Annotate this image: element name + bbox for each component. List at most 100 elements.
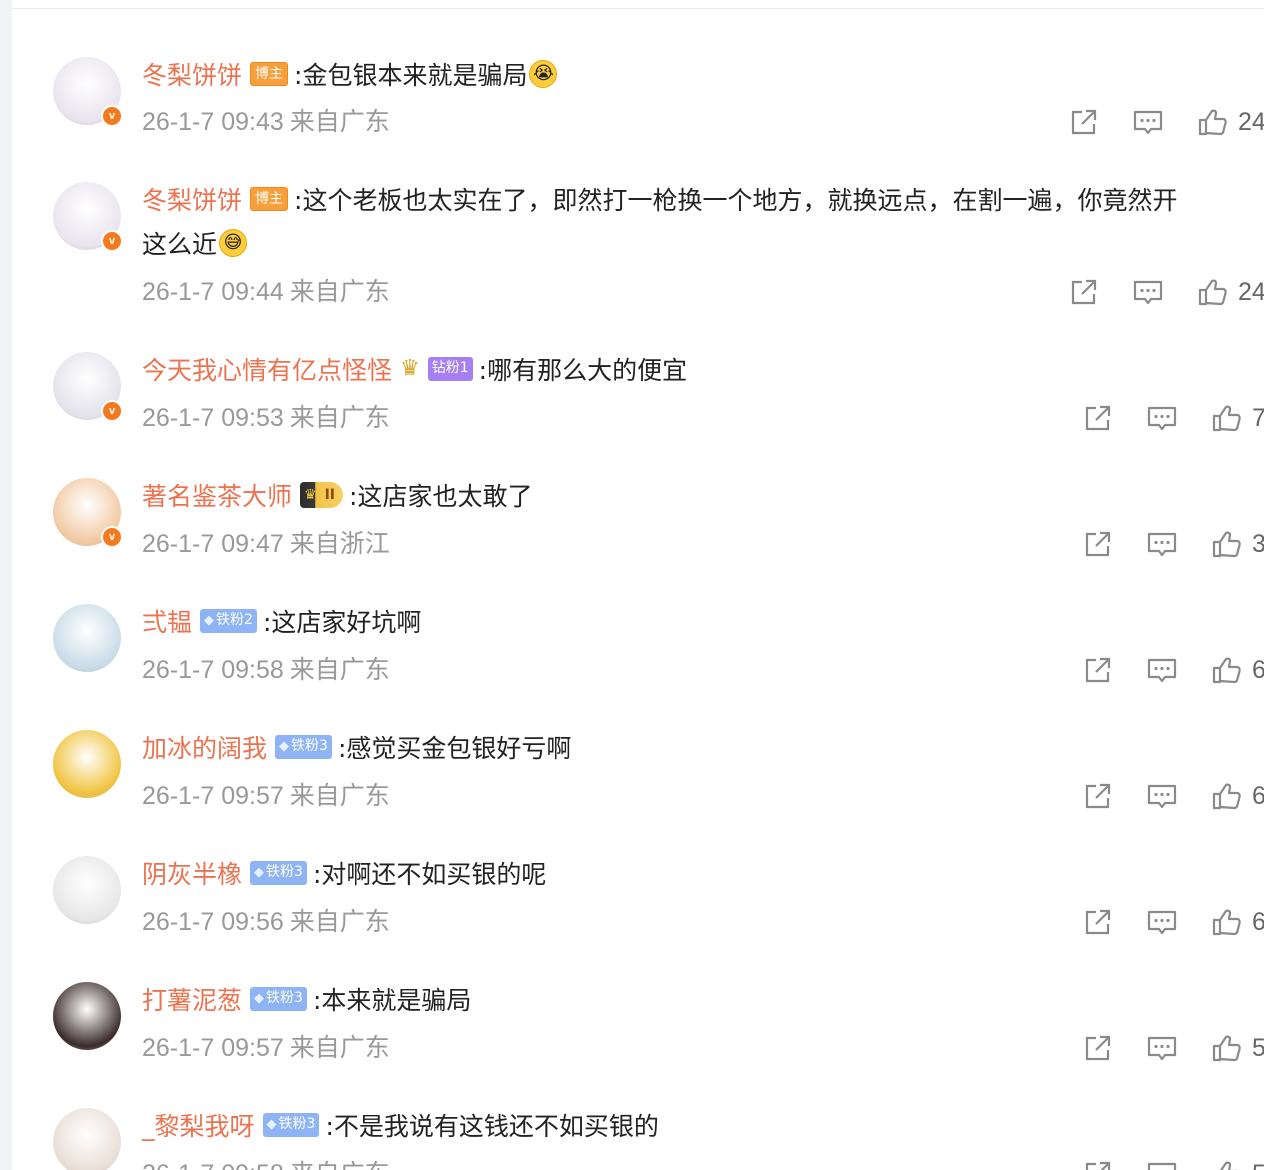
location: 来自广东 <box>289 403 390 432</box>
share-icon[interactable] <box>1068 106 1100 138</box>
comment-icon[interactable] <box>1146 1032 1178 1064</box>
like-icon[interactable] <box>1210 402 1242 434</box>
comment-content: 著名鉴茶大师 ♛ II:这店家也太敢了 <box>142 475 1242 519</box>
avatar[interactable]: v <box>53 57 123 127</box>
avatar[interactable] <box>53 856 121 924</box>
comment-text: 哪有那么大的便宜 <box>487 356 688 385</box>
timestamp: 26-1-7 09:56 <box>142 908 284 936</box>
avatar-image <box>53 1108 121 1170</box>
comment-meta: 26-1-7 09:57 来自广东 <box>142 1028 390 1068</box>
like-count: 24 <box>1238 108 1264 136</box>
fan-level-badge[interactable]: ◆ 铁粉3 <box>262 1113 320 1137</box>
comment-meta: 26-1-7 09:56 来自广东 <box>142 902 390 942</box>
username-link[interactable]: 冬梨饼饼 <box>142 61 242 90</box>
emoji-icon: 😭 <box>529 60 558 88</box>
avatar[interactable] <box>53 730 121 798</box>
share-icon[interactable] <box>1082 402 1114 434</box>
share-icon[interactable] <box>1082 1158 1114 1170</box>
member-level-badge[interactable]: ♛ II <box>300 482 343 508</box>
verified-badge-icon: v <box>101 105 123 127</box>
like-icon[interactable] <box>1196 106 1228 138</box>
diamond-icon: ◆ <box>204 613 215 628</box>
username-link[interactable]: 加冰的阔我 <box>142 734 267 763</box>
share-icon[interactable] <box>1082 1032 1114 1064</box>
comment-content: 今天我心情有亿点怪怪 ♛ 钻粉1:哪有那么大的便宜 <box>142 349 1242 394</box>
fan-level-badge[interactable]: ◆ 铁粉3 <box>275 735 332 759</box>
comment-text: 感觉买金包银好亏啊 <box>346 734 572 763</box>
username-link[interactable]: 弍韫 <box>142 608 192 637</box>
timestamp: 26-1-7 09:57 <box>142 782 284 810</box>
like-icon[interactable] <box>1210 1032 1242 1064</box>
comment-icon[interactable] <box>1146 906 1178 938</box>
comment-icon[interactable] <box>1146 1158 1178 1170</box>
like-icon[interactable] <box>1196 276 1228 308</box>
avatar[interactable] <box>53 1108 121 1170</box>
share-icon[interactable] <box>1082 906 1114 938</box>
like-icon[interactable] <box>1210 1158 1242 1170</box>
timestamp: 26-1-7 09:58 <box>142 1160 284 1170</box>
location: 来自广东 <box>289 277 390 306</box>
like-count: 7 <box>1252 404 1264 432</box>
separator: : <box>325 1112 334 1141</box>
location: 来自广东 <box>289 1033 390 1062</box>
like-count: 3 <box>1252 530 1264 558</box>
divider <box>12 8 1264 9</box>
like-icon[interactable] <box>1210 780 1242 812</box>
username-link[interactable]: 阴灰半橡 <box>142 860 242 889</box>
fan-level-badge[interactable]: ◆ 铁粉2 <box>200 609 257 633</box>
avatar[interactable]: v <box>53 352 123 422</box>
like-icon[interactable] <box>1210 906 1242 938</box>
comment-icon[interactable] <box>1146 528 1178 560</box>
comment-icon[interactable] <box>1132 276 1164 308</box>
comment-actions: 3 <box>1044 524 1264 564</box>
location: 来自广东 <box>289 655 390 684</box>
like-icon[interactable] <box>1210 528 1242 560</box>
avatar[interactable]: v <box>53 478 123 548</box>
fan-level-label: 铁粉2 <box>216 612 253 628</box>
emoji-icon: 😅 <box>219 229 248 257</box>
fan-level-label: 铁粉3 <box>266 864 303 880</box>
username-link[interactable]: 冬梨饼饼 <box>142 186 242 215</box>
verified-badge-icon: v <box>101 230 123 252</box>
diamond-icon: ◆ <box>254 991 265 1006</box>
comment-meta: 26-1-7 09:58 来自广东 <box>142 1154 390 1170</box>
avatar[interactable] <box>53 604 121 672</box>
verified-badge-icon: v <box>101 400 123 422</box>
comment-icon[interactable] <box>1132 106 1164 138</box>
comment-actions: 5 <box>1044 1028 1264 1068</box>
share-icon[interactable] <box>1068 276 1100 308</box>
fan-level-badge[interactable]: ◆ 铁粉3 <box>250 987 307 1011</box>
comment-text: 这店家也太敢了 <box>357 482 533 511</box>
comment-icon[interactable] <box>1146 780 1178 812</box>
comment-content: 加冰的阔我 ◆ 铁粉3:感觉买金包银好亏啊 <box>142 727 1242 771</box>
share-icon[interactable] <box>1082 528 1114 560</box>
comment-actions: 6 <box>1044 776 1264 816</box>
comment-text: 这个老板也太实在了，即然打一枪换一个地方，就换远点，在割一遍，你竟然开 <box>302 186 1178 215</box>
comment-meta: 26-1-7 09:53 来自广东 <box>142 398 390 438</box>
comment-content: 冬梨饼饼 博主:这个老板也太实在了，即然打一枪换一个地方，就换远点，在割一遍，你竟… <box>142 179 1242 267</box>
username-link[interactable]: _黎梨我呀 <box>142 1112 255 1141</box>
comment-actions: 6 <box>1044 902 1264 942</box>
share-icon[interactable] <box>1082 780 1114 812</box>
comment-text: 对啊还不如买银的呢 <box>321 860 547 889</box>
username-link[interactable]: 著名鉴茶大师 <box>142 482 292 511</box>
avatar-image <box>53 730 121 798</box>
crown-icon: ♛ <box>304 487 317 503</box>
avatar[interactable]: v <box>53 182 123 252</box>
comment-content: 弍韫 ◆ 铁粉2:这店家好坑啊 <box>142 601 1242 645</box>
avatar[interactable] <box>53 982 121 1050</box>
fan-level-badge[interactable]: 钻粉1 <box>427 357 473 381</box>
like-count: 5 <box>1252 1034 1264 1062</box>
like-icon[interactable] <box>1210 654 1242 686</box>
username-link[interactable]: 打薯泥葱 <box>142 986 242 1015</box>
fan-level-badge[interactable]: ◆ 铁粉3 <box>250 861 307 885</box>
comment-meta: 26-1-7 09:44 来自广东 <box>142 272 390 312</box>
comment-icon[interactable] <box>1146 654 1178 686</box>
like-count: 6 <box>1252 656 1264 684</box>
comment-icon[interactable] <box>1146 402 1178 434</box>
comment-actions: 6 <box>1044 650 1264 690</box>
share-icon[interactable] <box>1082 654 1114 686</box>
timestamp: 26-1-7 09:53 <box>142 404 284 432</box>
username-link[interactable]: 今天我心情有亿点怪怪 <box>142 356 392 385</box>
comment-text-continued: 这么近 <box>142 230 218 259</box>
